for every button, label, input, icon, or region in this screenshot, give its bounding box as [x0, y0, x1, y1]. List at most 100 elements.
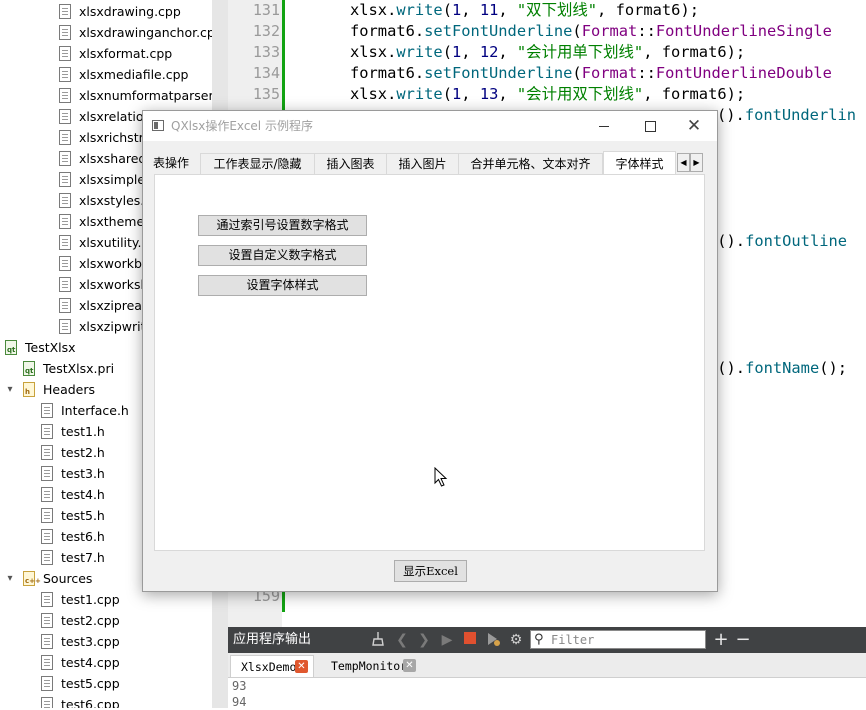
tab-insert-image[interactable]: 插入图片 — [387, 153, 459, 174]
file-icon — [59, 298, 71, 313]
code-token: , — [461, 43, 480, 61]
code-token: format6 — [350, 22, 415, 40]
index-number-format-button[interactable]: 通过索引号设置数字格式 — [198, 215, 367, 236]
broom-clear-icon[interactable] — [369, 631, 387, 649]
attach-debugger-icon[interactable] — [484, 631, 502, 649]
tree-item[interactable]: test3.cpp — [0, 631, 212, 652]
code-token: , — [498, 43, 517, 61]
output-tab-tempmonitor[interactable]: TempMonitor ✕ — [321, 655, 423, 677]
file-icon — [41, 424, 53, 439]
code-token: . — [387, 1, 397, 19]
code-token: . — [414, 64, 425, 82]
tree-item[interactable]: xlsxformat.cpp — [0, 43, 212, 64]
file-icon — [59, 319, 71, 334]
filter-field[interactable]: ⚲ — [530, 630, 706, 649]
code-token: , — [498, 85, 517, 103]
tree-item[interactable]: xlsxdrawing.cpp — [0, 1, 212, 22]
file-icon — [41, 550, 53, 565]
file-icon — [59, 4, 71, 19]
close-button[interactable]: ✕ — [671, 111, 717, 141]
code-token: FontUnderlineDouble — [655, 64, 832, 82]
tree-item-label: xlsxformat.cpp — [79, 46, 173, 61]
file-icon — [41, 634, 53, 649]
file-icon — [59, 193, 71, 208]
tree-item-label: test7.h — [61, 550, 105, 565]
output-panel-title: 应用程序输出 — [233, 632, 312, 647]
tree-item[interactable]: test1.cpp — [0, 589, 212, 610]
close-icon[interactable]: ✕ — [295, 660, 308, 673]
file-icon — [59, 25, 71, 40]
code-token: fontOutline — [745, 232, 848, 250]
tab-scroll-left-icon[interactable]: ◀ — [677, 153, 690, 172]
code-token: ); — [726, 43, 746, 61]
tree-item-label: xlsxrelation — [79, 109, 152, 124]
close-icon[interactable]: ✕ — [403, 659, 416, 672]
tree-item-label: test3.h — [61, 466, 105, 481]
window-title: QXlsx操作Excel 示例程序 — [171, 119, 313, 133]
minimize-button[interactable] — [581, 111, 627, 141]
tab-sheet-show-hide[interactable]: 工作表显示/隐藏 — [201, 153, 315, 174]
code-line: xlsx.write(1, 12, "会计用单下划线", format6); — [350, 42, 745, 63]
file-icon — [59, 130, 71, 145]
file-icon — [41, 487, 53, 502]
tab-font-style[interactable]: 字体样式 — [603, 151, 676, 175]
next-icon[interactable]: ❯ — [415, 631, 433, 649]
file-icon — [59, 88, 71, 103]
tab-merge-align[interactable]: 合并单元格、文本对齐 — [459, 153, 603, 174]
tab-sheet-operations[interactable]: 表操作 — [152, 153, 201, 174]
tree-item[interactable]: test4.cpp — [0, 652, 212, 673]
tree-item[interactable]: test2.cpp — [0, 610, 212, 631]
tree-item-label: test5.cpp — [61, 676, 120, 691]
code-token: . — [387, 85, 397, 103]
file-icon — [59, 256, 71, 271]
tree-item[interactable]: test6.cpp — [0, 694, 212, 708]
filter-input[interactable] — [551, 632, 701, 647]
show-excel-button[interactable]: 显示Excel — [394, 560, 467, 582]
tree-item-label: TestXlsx.pri — [43, 361, 115, 376]
file-icon — [41, 676, 53, 691]
minus-icon[interactable]: − — [734, 631, 752, 649]
tree-item[interactable]: test5.cpp — [0, 673, 212, 694]
tree-item[interactable]: xlsxdrawinganchor.cpp — [0, 22, 212, 43]
tree-item-label: Headers — [43, 382, 96, 397]
tab-insert-chart[interactable]: 插入图表 — [315, 153, 387, 174]
maximize-button[interactable] — [627, 111, 673, 141]
file-icon — [41, 592, 53, 607]
code-fragment: ().fontUnderlin — [717, 105, 856, 126]
headers-folder-icon: h — [23, 382, 35, 397]
code-line: format6.setFontUnderline(Format::FontUnd… — [350, 21, 832, 42]
stop-icon[interactable] — [461, 631, 479, 649]
output-text-area[interactable]: 93 94 — [228, 678, 866, 709]
tab-scroll-right-icon[interactable]: ▶ — [690, 153, 703, 172]
output-tab-label: TempMonitor — [331, 659, 408, 673]
previous-icon[interactable]: ❮ — [393, 631, 411, 649]
code-token: , — [643, 85, 662, 103]
run-icon[interactable]: ▶ — [438, 631, 456, 649]
code-token: ( — [442, 85, 452, 103]
window-titlebar[interactable]: QXlsx操作Excel 示例程序 ✕ — [143, 111, 717, 141]
output-toolbar: 应用程序输出 ❮ ❯ ▶ ⚙ ⚲ + − — [228, 627, 866, 653]
gear-icon[interactable]: ⚙ — [507, 631, 525, 649]
plus-icon[interactable]: + — [712, 631, 730, 649]
output-tab-xlsxdemo[interactable]: XlsxDemo ✕ — [230, 655, 314, 677]
file-icon — [41, 529, 53, 544]
code-token: (); — [819, 359, 848, 377]
code-token: write — [396, 85, 443, 103]
tree-item[interactable]: xlsxmediafile.cpp — [0, 64, 212, 85]
code-token: ( — [572, 64, 582, 82]
tab-content-panel: 通过索引号设置数字格式 设置自定义数字格式 设置字体样式 — [154, 174, 705, 551]
app-window-icon — [152, 120, 164, 131]
file-icon — [41, 466, 53, 481]
custom-number-format-button[interactable]: 设置自定义数字格式 — [198, 245, 367, 266]
tree-item-label: xlsxdrawing.cpp — [79, 4, 181, 19]
code-token: Format — [581, 22, 638, 40]
tree-item[interactable]: xlsxnumformatparser.c — [0, 85, 212, 106]
code-token: "会计用双下划线" — [516, 85, 644, 103]
code-token: , — [461, 1, 480, 19]
mouse-cursor-icon — [434, 467, 448, 487]
chevron-down-icon[interactable]: ▾ — [5, 379, 15, 400]
code-token: , — [643, 43, 662, 61]
code-token: write — [396, 43, 443, 61]
font-style-button[interactable]: 设置字体样式 — [198, 275, 367, 296]
chevron-down-icon[interactable]: ▾ — [5, 568, 15, 589]
